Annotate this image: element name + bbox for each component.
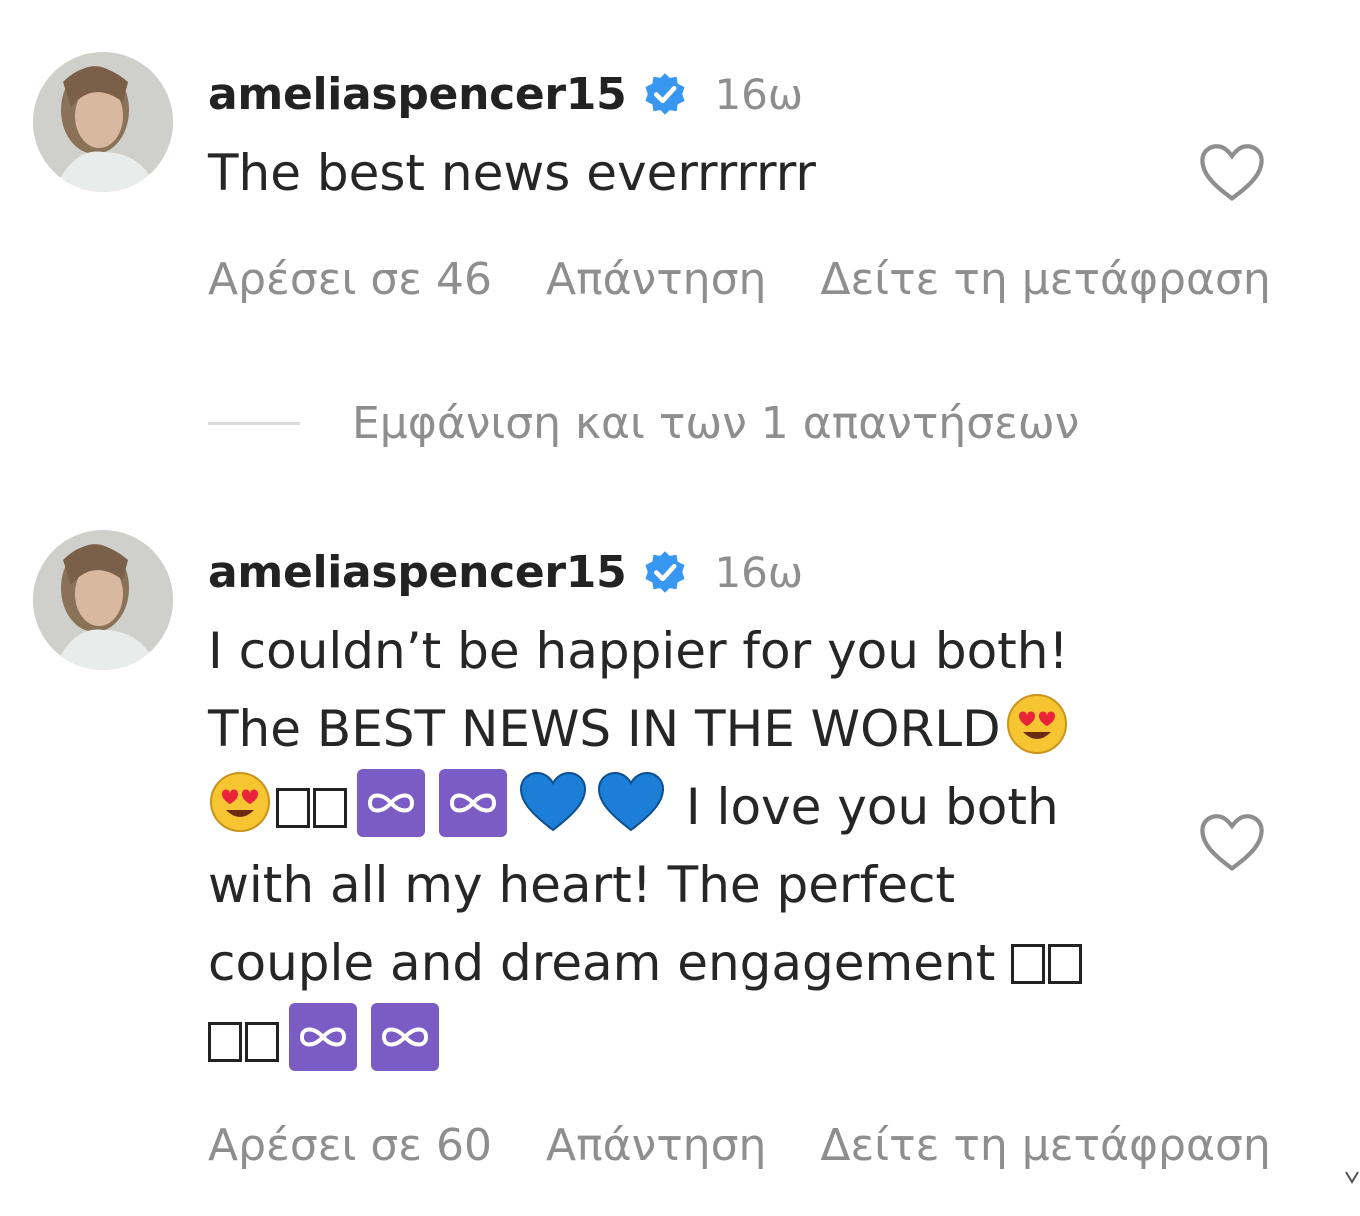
smiling-face-heart-eyes-icon bbox=[210, 772, 270, 832]
scrollbar-arrow-icon[interactable] bbox=[1344, 1160, 1360, 1190]
avatar[interactable] bbox=[33, 52, 173, 192]
comment-line-2: The BEST NEWS IN THE WORLD bbox=[208, 700, 1001, 758]
comment-header: ameliaspencer15 16ω bbox=[208, 542, 803, 602]
comment-line-5: couple and dream engagement bbox=[208, 934, 996, 992]
comment-line-3: I love you both bbox=[685, 778, 1059, 836]
comment-text: I couldn’t be happier for you both! The … bbox=[208, 612, 1168, 1080]
missing-glyph-box-icon bbox=[276, 788, 310, 828]
infinity-icon bbox=[289, 1003, 357, 1071]
verified-badge-icon bbox=[645, 551, 686, 593]
comment-header: ameliaspencer15 16ω bbox=[208, 64, 803, 124]
blue-heart-icon bbox=[597, 771, 665, 832]
likes-count[interactable]: Αρέσει σε 46 bbox=[208, 254, 492, 305]
view-replies-button[interactable]: Εμφάνιση και των 1 απαντήσεων bbox=[352, 398, 1079, 449]
reply-button[interactable]: Απάντηση bbox=[546, 254, 766, 305]
heart-outline-icon[interactable] bbox=[1198, 142, 1266, 204]
heart-outline-icon[interactable] bbox=[1198, 812, 1266, 874]
infinity-icon bbox=[357, 769, 425, 837]
missing-glyph-box-icon bbox=[245, 1022, 279, 1062]
comment-timestamp[interactable]: 16ω bbox=[714, 70, 803, 119]
comment-line-1: I couldn’t be happier for you both! bbox=[208, 622, 1069, 680]
infinity-icon bbox=[439, 769, 507, 837]
comment-actions: Αρέσει σε 46 Απάντηση Δείτε τη μετάφραση bbox=[208, 254, 1271, 305]
verified-badge-icon bbox=[645, 73, 686, 115]
likes-count[interactable]: Αρέσει σε 60 bbox=[208, 1120, 492, 1171]
comment-actions: Αρέσει σε 60 Απάντηση Δείτε τη μετάφραση bbox=[208, 1120, 1271, 1171]
reply-button[interactable]: Απάντηση bbox=[546, 1120, 766, 1171]
username-link[interactable]: ameliaspencer15 bbox=[208, 69, 627, 120]
missing-glyph-box-icon bbox=[313, 788, 347, 828]
username-link[interactable]: ameliaspencer15 bbox=[208, 547, 627, 598]
missing-glyph-box-icon bbox=[1048, 944, 1083, 984]
comment-text: The best news everrrrrrr bbox=[208, 144, 816, 202]
view-replies-row[interactable]: Εμφάνιση και των 1 απαντήσεων bbox=[208, 398, 1079, 449]
missing-glyph-box-icon bbox=[1011, 944, 1046, 984]
comments-panel: ameliaspencer15 16ω The best news everrr… bbox=[0, 0, 1360, 1216]
infinity-icon bbox=[371, 1003, 439, 1071]
see-translation-button[interactable]: Δείτε τη μετάφραση bbox=[820, 254, 1270, 305]
comment-timestamp[interactable]: 16ω bbox=[714, 548, 803, 597]
blue-heart-icon bbox=[519, 771, 587, 832]
smiling-face-heart-eyes-icon bbox=[1006, 694, 1067, 754]
comment-line-4: with all my heart! The perfect bbox=[208, 856, 956, 914]
see-translation-button[interactable]: Δείτε τη μετάφραση bbox=[820, 1120, 1270, 1171]
replies-divider bbox=[208, 422, 300, 425]
missing-glyph-box-icon bbox=[208, 1022, 242, 1062]
avatar[interactable] bbox=[33, 530, 173, 670]
